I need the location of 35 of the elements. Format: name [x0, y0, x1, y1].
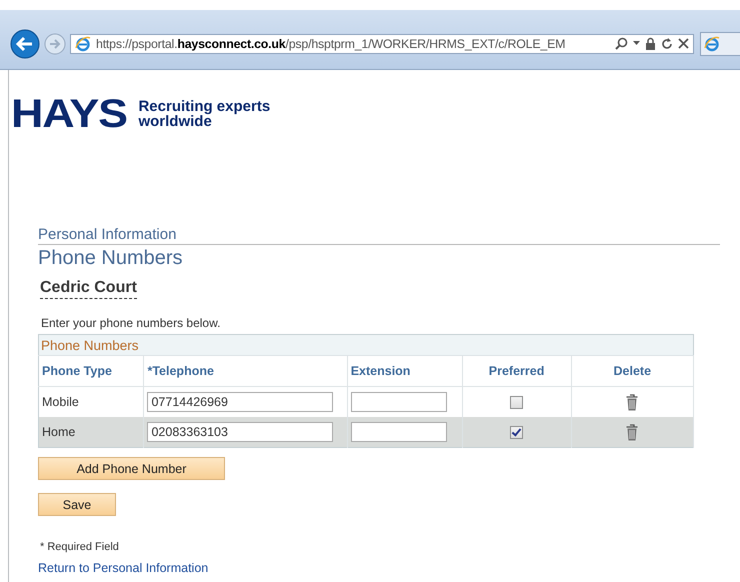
- preferred-checkbox[interactable]: [510, 396, 524, 410]
- caret-icon[interactable]: [633, 41, 640, 46]
- preferred-checkbox[interactable]: [510, 426, 524, 440]
- instructions: Enter your phone numbers below.: [41, 316, 222, 330]
- page-title: Phone Numbers: [38, 247, 184, 270]
- grid-title: Phone Numbers: [41, 338, 139, 352]
- trash-icon[interactable]: [626, 424, 638, 440]
- add-phone-button[interactable]: Add Phone Number: [38, 457, 225, 480]
- extension-field[interactable]: [350, 422, 447, 442]
- column-header: Extension: [350, 364, 410, 378]
- extension-field[interactable]: [350, 392, 447, 412]
- person-name: Cedric Court: [40, 279, 137, 299]
- column-header: Delete: [614, 364, 652, 378]
- return-link[interactable]: Return to Personal Information: [38, 561, 208, 575]
- phone-type: Home: [42, 425, 76, 439]
- save-button[interactable]: Save: [38, 493, 116, 516]
- column-header: Phone Type: [42, 364, 112, 378]
- close-icon[interactable]: [678, 38, 689, 49]
- logo-wordmark: HAYS: [11, 98, 127, 130]
- logo-tagline: Recruiting experts: [138, 99, 270, 114]
- lock-icon[interactable]: [645, 37, 656, 50]
- breadcrumb: Personal Information: [38, 226, 720, 245]
- address-url: https://psportal.haysconnect.co.uk/psp/hsptprm_1/WORKER/HRMS_EXT/c/ROLE_EM: [96, 36, 566, 50]
- telephone-field[interactable]: 02083363103: [147, 422, 334, 442]
- logo-tagline: worldwide: [138, 114, 213, 129]
- refresh-icon[interactable]: [661, 38, 673, 50]
- column-header: *Telephone: [147, 364, 214, 378]
- telephone-field[interactable]: 07714426969: [147, 392, 334, 412]
- back-button[interactable]: [10, 28, 40, 58]
- phone-type: Mobile: [42, 395, 79, 409]
- required-note: * Required Field: [40, 541, 120, 553]
- trash-icon[interactable]: [626, 394, 638, 410]
- address-bar[interactable]: https://psportal.haysconnect.co.uk/psp/hsptprm_1/WORKER/HRMS_EXT/c/ROLE_EM: [70, 34, 694, 54]
- column-header: Preferred: [488, 364, 544, 378]
- search-icon[interactable]: [615, 37, 628, 50]
